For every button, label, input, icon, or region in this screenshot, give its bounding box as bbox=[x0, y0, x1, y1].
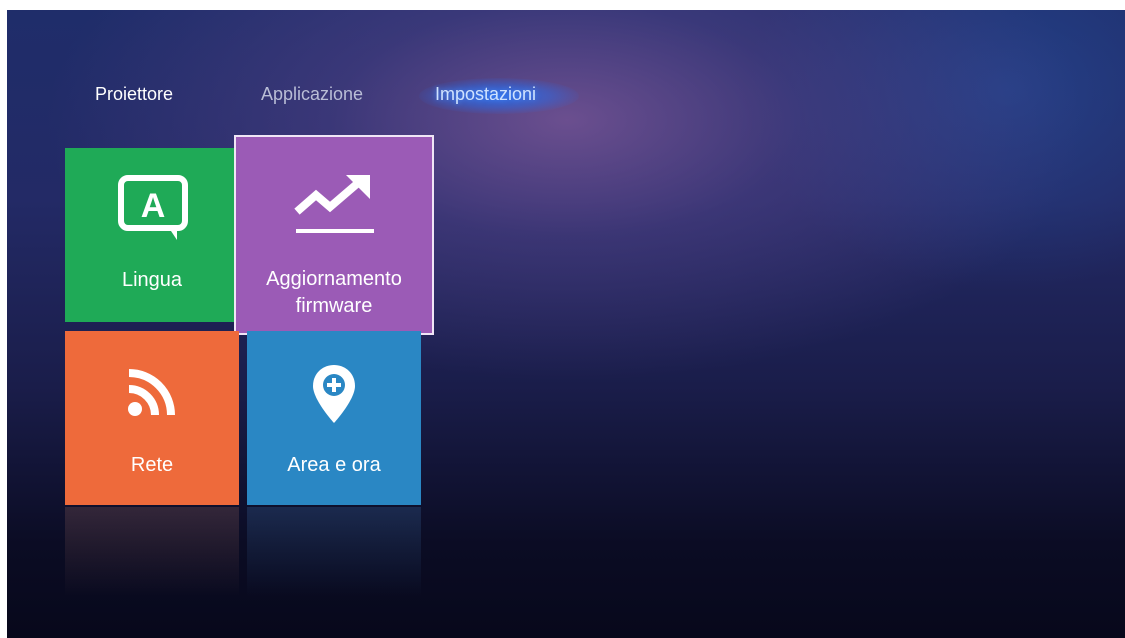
tab-impostazioni[interactable]: Impostazioni bbox=[435, 84, 536, 105]
settings-screen: Proiettore Applicazione Impostazioni A L… bbox=[7, 10, 1125, 638]
tile-rete[interactable]: Rete bbox=[65, 331, 239, 505]
tab-proiettore[interactable]: Proiettore bbox=[95, 84, 173, 105]
location-pin-icon bbox=[313, 365, 355, 423]
language-icon: A bbox=[118, 175, 188, 240]
tile-reflection-rete bbox=[65, 507, 239, 597]
tile-rete-label: Rete bbox=[130, 454, 174, 476]
tile-aggiornamento-label-line2: firmware bbox=[295, 295, 373, 317]
tab-applicazione[interactable]: Applicazione bbox=[261, 84, 363, 105]
tile-aggiornamento-firmware[interactable]: Aggiornamento firmware bbox=[236, 137, 432, 333]
tile-aggiornamento-label-line1: Aggiornamento bbox=[266, 268, 402, 290]
tile-reflection-area bbox=[247, 507, 421, 597]
tile-lingua[interactable]: A Lingua bbox=[65, 148, 239, 322]
tile-area-label: Area e ora bbox=[287, 454, 381, 476]
tile-lingua-label: Lingua bbox=[121, 269, 183, 291]
trend-up-icon bbox=[294, 175, 374, 233]
wifi-signal-icon bbox=[128, 369, 175, 416]
svg-text:A: A bbox=[141, 187, 166, 225]
tile-area-e-ora[interactable]: Area e ora bbox=[247, 331, 421, 505]
